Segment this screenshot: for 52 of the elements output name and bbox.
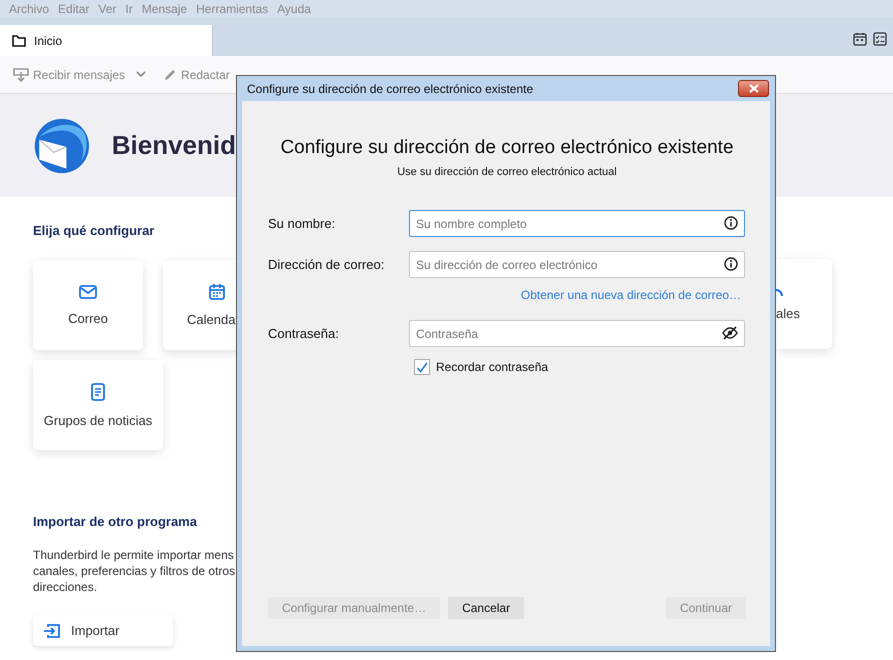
write-button[interactable]: Redactar bbox=[160, 64, 233, 86]
calendar-icon[interactable] bbox=[853, 32, 867, 46]
input-field[interactable]: Su dirección de correo electrónico bbox=[409, 251, 745, 278]
card-label: Grupos de noticias bbox=[44, 412, 152, 428]
info-icon bbox=[724, 257, 738, 271]
caret-icon[interactable] bbox=[136, 71, 146, 78]
close-button[interactable] bbox=[738, 80, 769, 97]
menu-item[interactable]: Ir bbox=[125, 2, 133, 16]
dialog-button[interactable]: Cancelar bbox=[448, 597, 524, 619]
info-icon bbox=[724, 216, 738, 230]
section-heading: Elija qué configurar bbox=[33, 223, 156, 238]
welcome-title: Bienvenid bbox=[112, 130, 236, 161]
task-list-icon[interactable] bbox=[873, 32, 887, 46]
field-label: Dirección de correo: bbox=[268, 257, 386, 272]
card-label: Calenda bbox=[187, 312, 236, 326]
dialog-heading: Configure su dirección de correo electrónico existente bbox=[279, 137, 735, 159]
import-button[interactable]: Importar bbox=[33, 615, 173, 646]
setup-card[interactable]: Calenda bbox=[163, 260, 236, 350]
tab[interactable]: Inicio bbox=[0, 25, 213, 56]
import-arrow-icon bbox=[43, 622, 61, 638]
new-address-link[interactable]: Obtener una nueva dirección de correo… bbox=[520, 288, 741, 302]
menu-item[interactable]: Mensaje bbox=[142, 2, 188, 16]
signal-arc-icon bbox=[776, 288, 784, 298]
input-field[interactable]: Su nombre completo bbox=[409, 210, 745, 237]
menu-item[interactable]: Ayuda bbox=[277, 2, 311, 16]
setup-card[interactable]: Grupos de noticias bbox=[33, 360, 163, 450]
remember-password-checkbox[interactable]: Recordar contraseña bbox=[414, 359, 746, 375]
input-field[interactable]: Contraseña bbox=[409, 320, 745, 347]
checkbox[interactable] bbox=[414, 359, 430, 375]
document-icon bbox=[91, 382, 105, 400]
menu-item[interactable]: Editar bbox=[58, 2, 90, 16]
download-tray-icon bbox=[13, 67, 29, 82]
window-title: Configure su dirección de correo electrónico existente bbox=[247, 82, 534, 96]
close-icon bbox=[748, 84, 758, 93]
import-description: Thunderbird le permite importar mens canales, preferencias y filtros de otros direcciones. bbox=[33, 547, 236, 595]
pencil-icon bbox=[163, 68, 178, 82]
envelope-icon bbox=[79, 284, 97, 298]
menu-item[interactable]: Herramientas bbox=[196, 2, 268, 16]
eye-slash-icon[interactable] bbox=[722, 326, 738, 340]
field-label: Su nombre: bbox=[268, 216, 336, 231]
setup-card[interactable]: Correo bbox=[33, 260, 143, 350]
card-label: Correo bbox=[68, 310, 108, 326]
dialog-subtitle: Use su dirección de correo electrónico actual bbox=[396, 166, 618, 178]
field-label: Contraseña: bbox=[268, 326, 340, 341]
menu-item[interactable]: Archivo bbox=[9, 2, 50, 16]
folder-icon bbox=[12, 34, 26, 46]
menu-item[interactable]: Ver bbox=[98, 2, 116, 16]
section-heading: Importar de otro programa bbox=[33, 514, 198, 529]
card-label: ales bbox=[776, 306, 800, 320]
get-messages-button[interactable]: Recibir mensajes bbox=[10, 64, 128, 86]
setup-card[interactable]: ales bbox=[776, 259, 832, 349]
calendar-icon bbox=[209, 284, 225, 300]
